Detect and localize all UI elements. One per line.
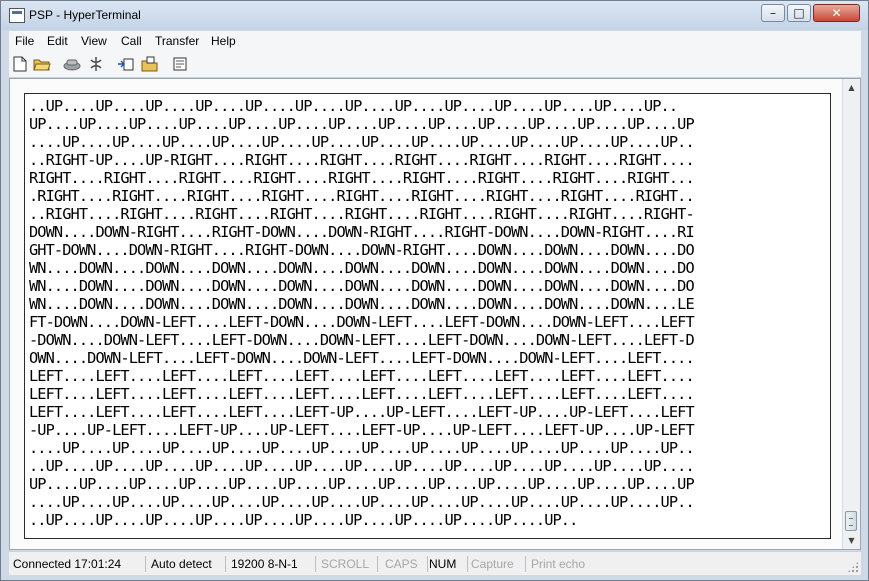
menu-edit[interactable]: Edit bbox=[47, 34, 68, 48]
hyperterminal-window: PSP - HyperTerminal – □ ✕ File Edit View… bbox=[0, 0, 869, 581]
status-caps: CAPS bbox=[381, 556, 428, 572]
status-scroll: SCROLL bbox=[317, 556, 378, 572]
send-file-icon[interactable] bbox=[117, 55, 135, 73]
status-capture: Capture bbox=[467, 556, 526, 572]
status-bar: Connected 17:01:24 Auto detect 19200 8-N… bbox=[9, 551, 861, 575]
maximize-button[interactable]: □ bbox=[787, 4, 811, 22]
menu-transfer[interactable]: Transfer bbox=[155, 34, 199, 48]
status-auto-detect: Auto detect bbox=[147, 556, 226, 572]
terminal-client-area: ..UP....UP....UP....UP....UP....UP....UP… bbox=[9, 78, 861, 550]
open-folder-icon[interactable] bbox=[33, 55, 51, 73]
hyperterminal-app-icon[interactable] bbox=[9, 8, 25, 23]
receive-file-icon[interactable] bbox=[141, 55, 159, 73]
scroll-down-icon[interactable]: ▼ bbox=[843, 532, 860, 549]
menu-call[interactable]: Call bbox=[121, 34, 142, 48]
new-document-icon[interactable] bbox=[11, 55, 29, 73]
menu-file[interactable]: File bbox=[15, 34, 34, 48]
properties-icon[interactable] bbox=[171, 55, 189, 73]
vertical-scrollbar[interactable]: ▲ ▼ bbox=[842, 79, 860, 549]
minimize-button[interactable]: – bbox=[761, 4, 785, 22]
status-print-echo: Print echo bbox=[531, 557, 586, 571]
disconnect-icon[interactable] bbox=[87, 55, 105, 73]
close-button[interactable]: ✕ bbox=[813, 4, 860, 22]
status-port-settings: 19200 8-N-1 bbox=[227, 556, 316, 572]
scrollbar-thumb[interactable] bbox=[845, 511, 857, 531]
menu-bar: File Edit View Call Transfer Help bbox=[9, 31, 861, 51]
status-connected: Connected 17:01:24 bbox=[9, 556, 146, 572]
menu-view[interactable]: View bbox=[81, 34, 107, 48]
terminal-output: ..UP....UP....UP....UP....UP....UP....UP… bbox=[29, 97, 695, 529]
terminal-screen[interactable]: ..UP....UP....UP....UP....UP....UP....UP… bbox=[24, 93, 831, 539]
window-title: PSP - HyperTerminal bbox=[29, 8, 141, 22]
toolbar bbox=[9, 51, 861, 78]
phone-connect-icon[interactable] bbox=[63, 55, 81, 73]
menu-help[interactable]: Help bbox=[211, 34, 236, 48]
title-bar[interactable]: PSP - HyperTerminal – □ ✕ bbox=[1, 1, 868, 30]
status-num: NUM bbox=[425, 556, 468, 572]
resize-grip-icon[interactable] bbox=[847, 561, 859, 573]
scroll-up-icon[interactable]: ▲ bbox=[843, 79, 860, 96]
